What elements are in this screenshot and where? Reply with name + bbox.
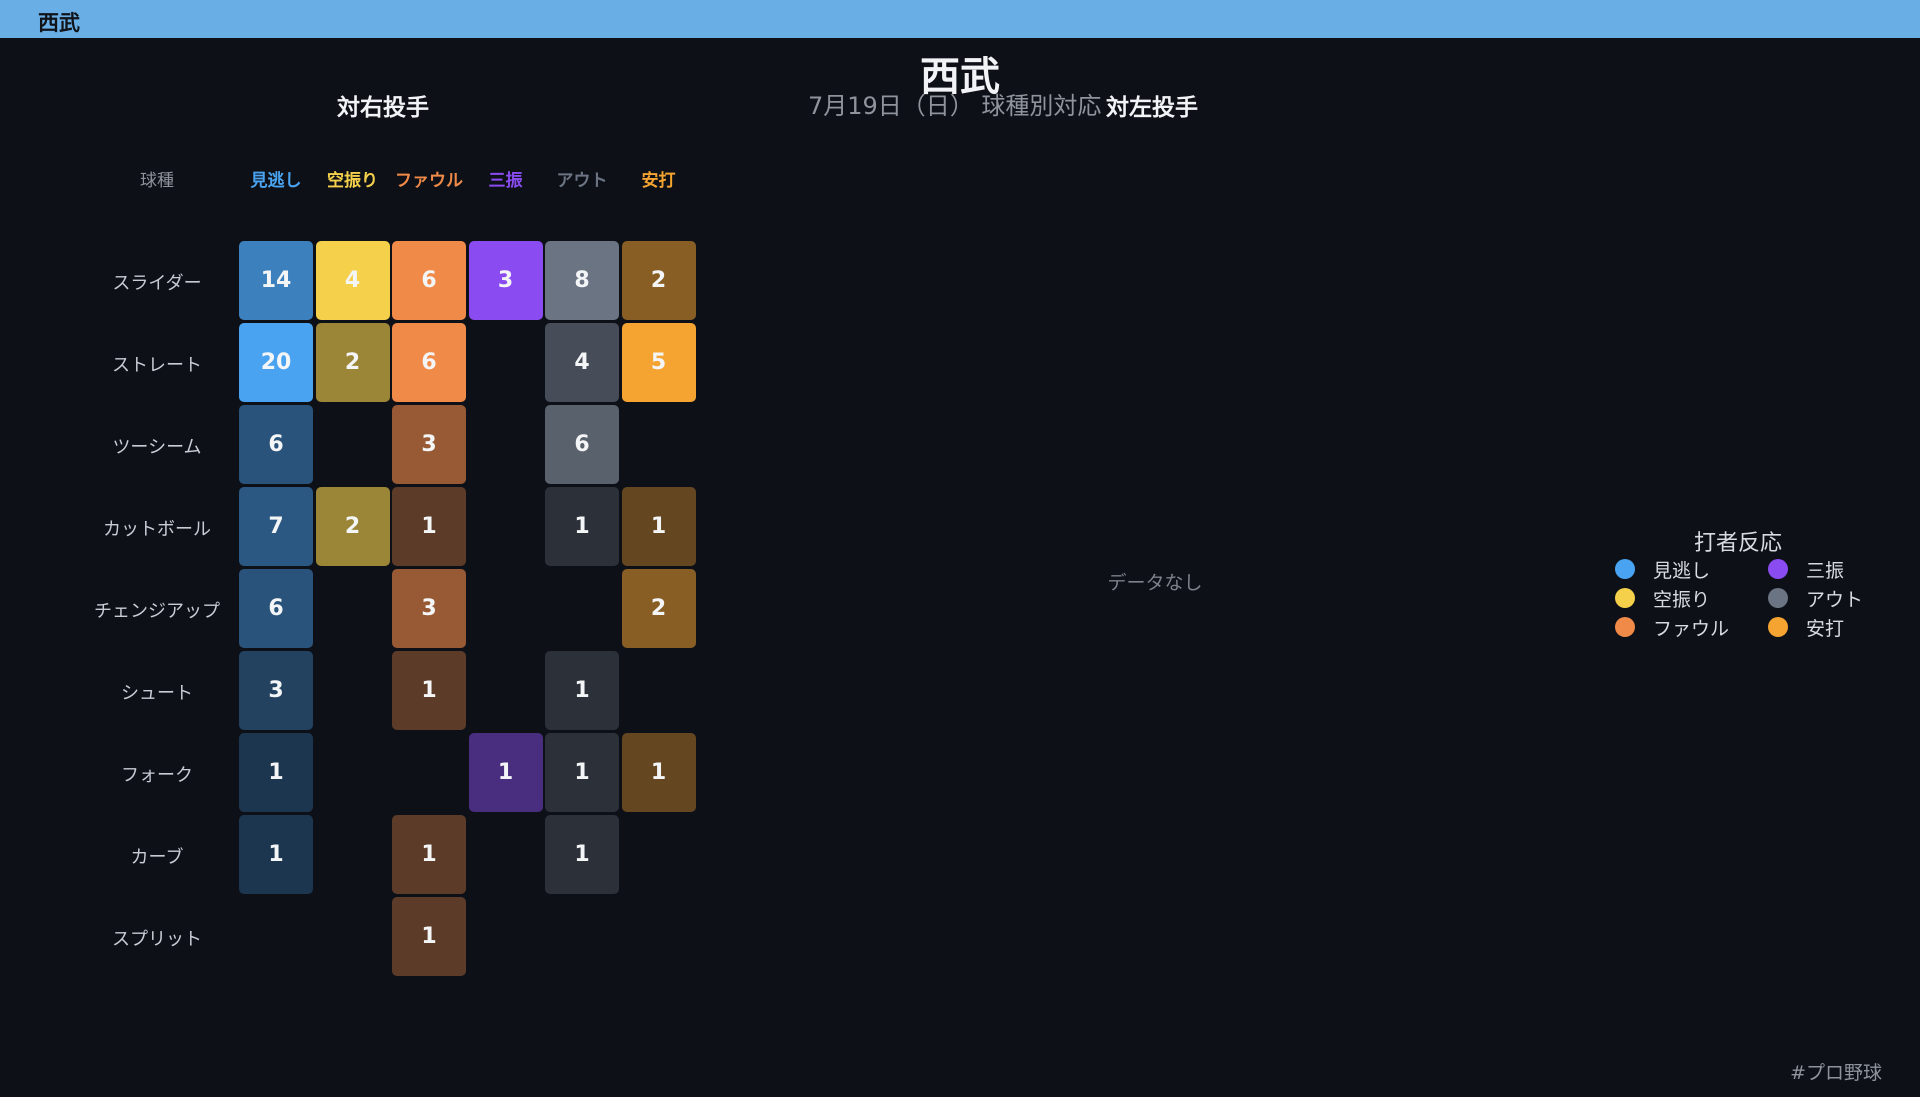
heatmap-cell: 1 (239, 815, 313, 894)
column-header: 安打 (641, 171, 676, 191)
row-header: チェンジアップ (94, 601, 220, 622)
heatmap-cell: 20 (239, 323, 313, 402)
row-header: ツーシーム (112, 437, 202, 458)
chart-subtitle: 7月19日（日） 球種別対応 (808, 92, 1102, 120)
legend-dot-icon (1768, 588, 1788, 608)
row-header: カーブ (130, 847, 184, 868)
row-header: ストレート (112, 355, 202, 376)
heatmap-cell: 3 (239, 651, 313, 730)
heatmap-cell: 2 (315, 487, 390, 566)
no-data-label: データなし (1107, 572, 1203, 594)
heatmap-cell: 8 (545, 241, 619, 320)
app-title: 西武 (38, 11, 80, 35)
legend-dot-icon (1615, 617, 1635, 637)
legend-item: 三振 (1768, 556, 1844, 582)
heatmap-cell: 6 (545, 405, 619, 484)
heatmap-cell: 1 (468, 733, 543, 812)
legend-title: 打者反応 (1693, 531, 1782, 556)
heatmap-cell: 1 (621, 487, 696, 566)
legend-label: 安打 (1806, 617, 1845, 640)
legend-item: アウト (1768, 585, 1863, 611)
legend-label: 三振 (1806, 559, 1845, 582)
legend-dot-icon (1615, 559, 1635, 579)
legend-item: 安打 (1768, 614, 1844, 640)
panel-title-left: 対左投手 (1106, 95, 1198, 121)
hashtag: #プロ野球 (1790, 1062, 1882, 1084)
row-header: シュート (121, 683, 193, 704)
column-header: 見逃し (250, 171, 302, 191)
heatmap-cell: 1 (545, 487, 619, 566)
panel-title-right: 対右投手 (337, 95, 429, 121)
heatmap-cell: 1 (392, 897, 466, 976)
heatmap-cell: 5 (621, 323, 696, 402)
legend-label: ファウル (1653, 617, 1730, 640)
heatmap-cell: 3 (468, 241, 543, 320)
heatmap-cell: 1 (545, 815, 619, 894)
heatmap-cell: 4 (315, 241, 390, 320)
row-header: スライダー (112, 273, 202, 294)
heatmap-cell: 2 (315, 323, 390, 402)
heatmap-cell: 3 (392, 405, 466, 484)
top-bar: 西武 (0, 0, 1920, 38)
heatmap-cell: 2 (621, 241, 696, 320)
heatmap-cell: 6 (239, 569, 313, 648)
pitch-type-header: 球種 (140, 171, 174, 191)
row-header: カットボール (103, 519, 211, 540)
legend-label: 空振り (1653, 588, 1711, 611)
legend-item: 見逃し (1615, 556, 1710, 582)
legend-item: 空振り (1615, 585, 1710, 611)
heatmap-cell: 6 (392, 241, 466, 320)
heatmap-cell: 6 (392, 323, 466, 402)
heatmap-cell: 4 (545, 323, 619, 402)
row-header: スプリット (112, 929, 202, 950)
heatmap-cell: 1 (392, 487, 466, 566)
legend-dot-icon (1768, 617, 1788, 637)
column-header: 三振 (488, 171, 523, 191)
heatmap-cell: 1 (545, 651, 619, 730)
column-header: ファウル (395, 171, 463, 191)
legend-label: 見逃し (1653, 559, 1711, 582)
heatmap-cell: 14 (239, 241, 313, 320)
heatmap-cell: 2 (621, 569, 696, 648)
row-header: フォーク (121, 765, 193, 786)
heatmap-cell: 6 (239, 405, 313, 484)
heatmap-cell: 1 (239, 733, 313, 812)
column-header: アウト (556, 171, 608, 191)
heatmap-cell: 7 (239, 487, 313, 566)
heatmap-cell: 1 (392, 651, 466, 730)
heatmap-cell: 1 (621, 733, 696, 812)
legend-item: ファウル (1615, 614, 1729, 640)
heatmap-cell: 3 (392, 569, 466, 648)
legend-dot-icon (1768, 559, 1788, 579)
legend-dot-icon (1615, 588, 1635, 608)
column-header: 空振り (327, 171, 378, 191)
heatmap-cell: 1 (392, 815, 466, 894)
legend-label: アウト (1806, 588, 1864, 611)
heatmap-cell: 1 (545, 733, 619, 812)
